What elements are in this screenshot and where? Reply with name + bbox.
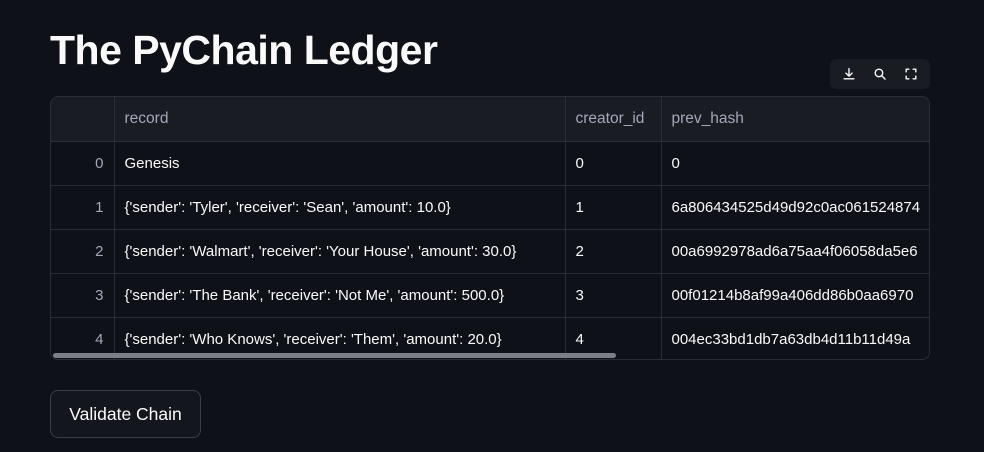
search-button[interactable]	[867, 61, 893, 87]
fullscreen-icon	[905, 68, 917, 80]
row-index-cell[interactable]: 1	[51, 185, 115, 230]
app-page: The PyChain Ledger record creator_id pre…	[0, 0, 984, 452]
prev-hash-cell[interactable]: 0	[661, 141, 929, 186]
table-row: 3 {'sender': 'The Bank', 'receiver': 'No…	[51, 273, 929, 318]
table-header-row: record creator_id prev_hash	[51, 97, 929, 142]
scrollbar-thumb[interactable]	[53, 353, 616, 358]
column-header-record[interactable]: record	[114, 97, 566, 142]
creator-id-cell[interactable]: 0	[565, 141, 662, 186]
table-row: 0 Genesis 0 0	[51, 141, 929, 186]
prev-hash-cell[interactable]: 00a6992978ad6a75aa4f06058da5e6	[661, 229, 929, 274]
dataframe-toolbar	[830, 59, 930, 89]
row-index-cell[interactable]: 0	[51, 141, 115, 186]
record-cell[interactable]: {'sender': 'Tyler', 'receiver': 'Sean', …	[114, 185, 566, 230]
row-index-cell[interactable]: 2	[51, 229, 115, 274]
column-header-index[interactable]	[51, 97, 115, 142]
prev-hash-cell[interactable]: 6a806434525d49d92c0ac061524874	[661, 185, 929, 230]
ledger-dataframe[interactable]: record creator_id prev_hash 0 Genesis 0 …	[50, 96, 930, 360]
record-cell[interactable]: Genesis	[114, 141, 566, 186]
creator-id-cell[interactable]: 1	[565, 185, 662, 230]
creator-id-cell[interactable]: 3	[565, 273, 662, 318]
column-header-prev-hash[interactable]: prev_hash	[661, 97, 929, 142]
download-button[interactable]	[836, 61, 862, 87]
row-index-cell[interactable]: 3	[51, 273, 115, 318]
fullscreen-button[interactable]	[898, 61, 924, 87]
prev-hash-cell[interactable]: 00f01214b8af99a406dd86b0aa6970	[661, 273, 929, 318]
record-cell[interactable]: {'sender': 'Walmart', 'receiver': 'Your …	[114, 229, 566, 274]
search-icon	[874, 68, 886, 80]
horizontal-scrollbar[interactable]	[51, 351, 929, 359]
download-icon	[843, 68, 855, 80]
table-row: 1 {'sender': 'Tyler', 'receiver': 'Sean'…	[51, 185, 929, 230]
validate-chain-button[interactable]: Validate Chain	[50, 390, 201, 438]
table-row: 2 {'sender': 'Walmart', 'receiver': 'You…	[51, 229, 929, 274]
record-cell[interactable]: {'sender': 'The Bank', 'receiver': 'Not …	[114, 273, 566, 318]
page-title: The PyChain Ledger	[50, 27, 438, 73]
creator-id-cell[interactable]: 2	[565, 229, 662, 274]
column-header-creator-id[interactable]: creator_id	[565, 97, 662, 142]
ledger-table: record creator_id prev_hash 0 Genesis 0 …	[51, 97, 929, 359]
